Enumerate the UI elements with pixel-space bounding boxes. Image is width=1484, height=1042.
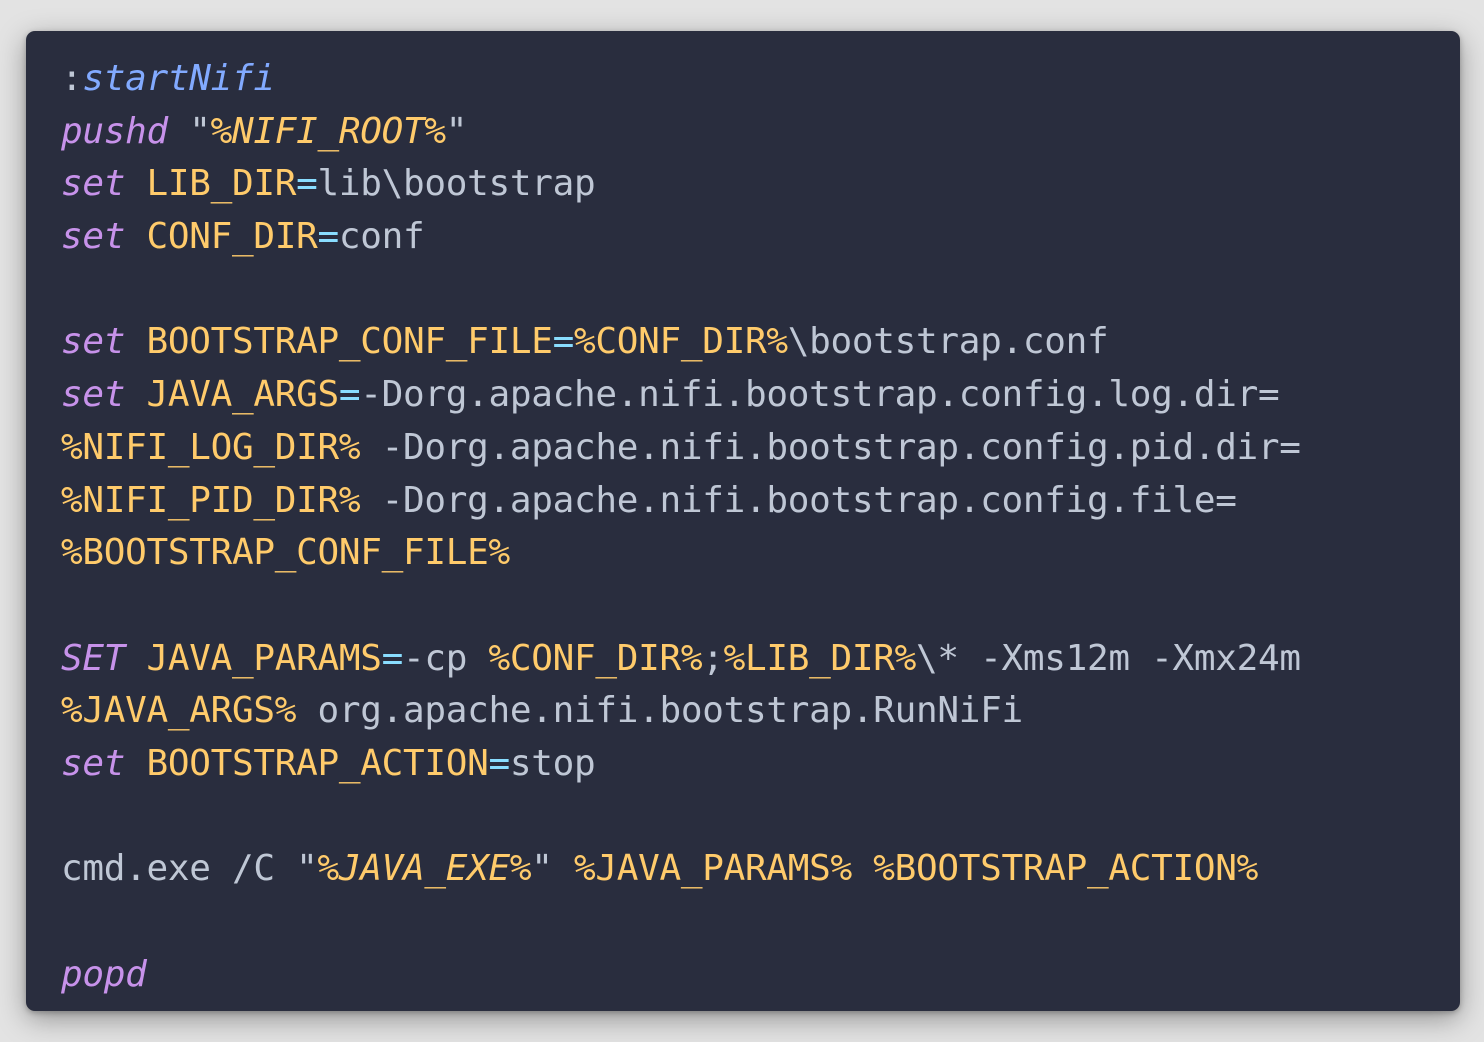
code-token-var-italic: %JAVA_EXE%	[317, 848, 532, 890]
code-token-plain: \bootstrap.conf	[787, 321, 1109, 363]
code-line: %NIFI_LOG_DIR% -Dorg.apache.nifi.bootstr…	[61, 422, 1301, 475]
code-token-kw: pushd	[61, 110, 168, 152]
code-token-kw: set	[61, 216, 126, 258]
code-token-op: =	[338, 374, 361, 416]
code-token-plain: org.apache.nifi.bootstrap.RunNiFi	[296, 690, 1023, 732]
code-token-plain: -cp	[403, 637, 489, 679]
code-block: :startNifi pushd "%NIFI_ROOT%" set LIB_DIR…	[61, 53, 1301, 1001]
code-line: pushd "%NIFI_ROOT%"	[61, 106, 1301, 159]
code-token-plain: conf	[338, 216, 425, 258]
code-token-var: %BOOTSTRAP_ACTION%	[873, 848, 1258, 890]
code-token-plain: -Dorg.apache.nifi.bootstrap.config.pid.d…	[360, 426, 1301, 468]
code-line: SET JAVA_PARAMS=-cp %CONF_DIR%;%LIB_DIR%…	[61, 633, 1301, 686]
code-token-kw: SET	[61, 637, 126, 679]
code-snippet-window: :startNifi pushd "%NIFI_ROOT%" set LIB_DIR…	[26, 31, 1460, 1011]
code-line: %BOOTSTRAP_CONF_FILE%	[61, 527, 1301, 580]
code-token-op: =	[317, 216, 340, 258]
code-token-plain: "	[531, 848, 574, 890]
code-token-op: =	[488, 742, 510, 784]
code-token-var: BOOTSTRAP_CONF_FILE	[146, 321, 553, 363]
code-line: cmd.exe /C "%JAVA_EXE%" %JAVA_PARAMS% %B…	[61, 843, 1301, 896]
code-token-var: CONF_DIR	[146, 216, 318, 258]
code-line: popd	[61, 949, 1301, 1002]
code-line: set BOOTSTRAP_CONF_FILE=%CONF_DIR%\boots…	[61, 316, 1301, 369]
code-token-plain: -Dorg.apache.nifi.bootstrap.config.file=	[360, 479, 1237, 521]
code-token-kw: set	[61, 374, 126, 416]
code-token-plain: lib\bootstrap	[317, 163, 596, 205]
code-token-kw: set	[61, 742, 126, 784]
code-token-op: =	[296, 163, 318, 205]
code-token-var: %LIB_DIR%	[723, 637, 917, 679]
code-token-plain: ;	[702, 637, 724, 679]
code-token-var: BOOTSTRAP_ACTION	[146, 742, 489, 784]
code-token-var: %NIFI_PID_DIR%	[61, 479, 361, 521]
code-token-plain: \* -Xms12m -Xmx24m	[916, 637, 1301, 679]
code-token-plain: "	[445, 110, 468, 152]
code-token-var-italic: %NIFI_ROOT%	[210, 110, 446, 152]
code-token-var: %JAVA_PARAMS%	[574, 848, 852, 890]
code-token-plain: stop	[509, 742, 596, 784]
code-token-plain: -Dorg.apache.nifi.bootstrap.config.log.d…	[360, 374, 1280, 416]
code-token-var: JAVA_ARGS	[146, 374, 340, 416]
code-token-kw: popd	[61, 953, 147, 995]
code-token-plain: "	[167, 110, 211, 152]
code-token-kw: set	[61, 321, 126, 363]
code-token-op: =	[381, 637, 404, 679]
code-line: set BOOTSTRAP_ACTION=stop	[61, 738, 1301, 791]
code-token-op: =	[552, 321, 575, 363]
code-token-plain: cmd.exe /C "	[61, 848, 318, 890]
code-token-var: %JAVA_ARGS%	[61, 690, 297, 732]
code-token-var: %CONF_DIR%	[488, 637, 703, 679]
code-token-var: JAVA_PARAMS	[146, 637, 382, 679]
code-line: :startNifi	[61, 53, 1301, 106]
code-token-label-colon: :	[61, 58, 83, 99]
code-line: set CONF_DIR=conf	[61, 211, 1301, 264]
code-token-kw: set	[61, 163, 126, 205]
code-token-var: %CONF_DIR%	[573, 321, 788, 363]
code-token-var: %BOOTSTRAP_CONF_FILE%	[61, 532, 510, 574]
code-line: set LIB_DIR=lib\bootstrap	[61, 158, 1301, 211]
code-line: %JAVA_ARGS% org.apache.nifi.bootstrap.Ru…	[61, 685, 1301, 738]
code-token-var: LIB_DIR	[146, 163, 297, 205]
code-line: set JAVA_ARGS=-Dorg.apache.nifi.bootstra…	[61, 369, 1301, 422]
code-token-var: %NIFI_LOG_DIR%	[61, 426, 361, 468]
code-token-label-name: startNifi	[82, 58, 275, 99]
code-line: %NIFI_PID_DIR% -Dorg.apache.nifi.bootstr…	[61, 475, 1301, 528]
